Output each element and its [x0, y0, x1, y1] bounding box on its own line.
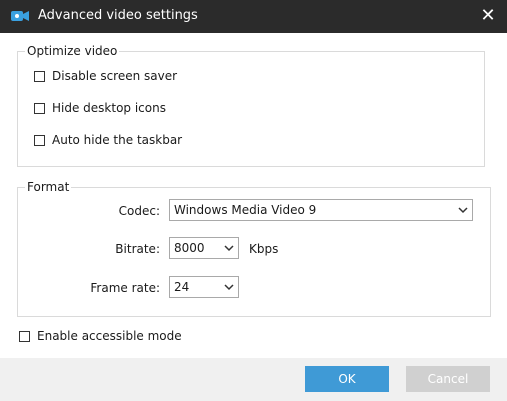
frame-rate-label: Frame rate: [90, 281, 160, 295]
auto-hide-taskbar-label: Auto hide the taskbar [52, 133, 183, 147]
ok-button[interactable]: OK [305, 366, 389, 392]
auto-hide-taskbar-option[interactable]: Auto hide the taskbar [34, 132, 182, 148]
close-icon[interactable]: ✕ [477, 4, 499, 28]
format-label: Format [25, 180, 72, 194]
dialog-footer: OK Cancel [0, 358, 507, 401]
window-title: Advanced video settings [38, 8, 198, 23]
video-camera-icon [11, 11, 29, 21]
bitrate-value: 8000 [174, 241, 205, 255]
codec-value: Windows Media Video 9 [174, 203, 317, 217]
hide-desktop-icons-option[interactable]: Hide desktop icons [34, 100, 166, 116]
accessible-mode-label: Enable accessible mode [37, 329, 182, 343]
frame-rate-value: 24 [174, 280, 190, 294]
disable-screen-saver-checkbox[interactable] [34, 70, 45, 82]
codec-select[interactable]: Windows Media Video 9 [169, 199, 473, 221]
accessible-mode-option[interactable]: Enable accessible mode [19, 328, 182, 344]
accessible-mode-checkbox[interactable] [19, 330, 30, 342]
disable-screen-saver-label: Disable screen saver [52, 69, 178, 83]
frame-rate-select[interactable]: 24 [169, 276, 239, 298]
hide-desktop-icons-checkbox[interactable] [34, 102, 45, 114]
bitrate-select[interactable]: 8000 [169, 237, 239, 259]
bitrate-label: Bitrate: [115, 242, 160, 256]
chevron-down-icon [224, 245, 234, 252]
codec-label: Codec: [118, 204, 160, 218]
hide-desktop-icons-label: Hide desktop icons [52, 101, 166, 115]
optimize-video-label: Optimize video [25, 44, 120, 58]
auto-hide-taskbar-checkbox[interactable] [34, 134, 45, 146]
chevron-down-icon [458, 207, 468, 214]
title-bar: Advanced video settings ✕ [0, 0, 507, 33]
bitrate-unit: Kbps [249, 242, 279, 256]
cancel-button[interactable]: Cancel [406, 366, 490, 392]
chevron-down-icon [224, 284, 234, 291]
disable-screen-saver-option[interactable]: Disable screen saver [34, 68, 177, 84]
